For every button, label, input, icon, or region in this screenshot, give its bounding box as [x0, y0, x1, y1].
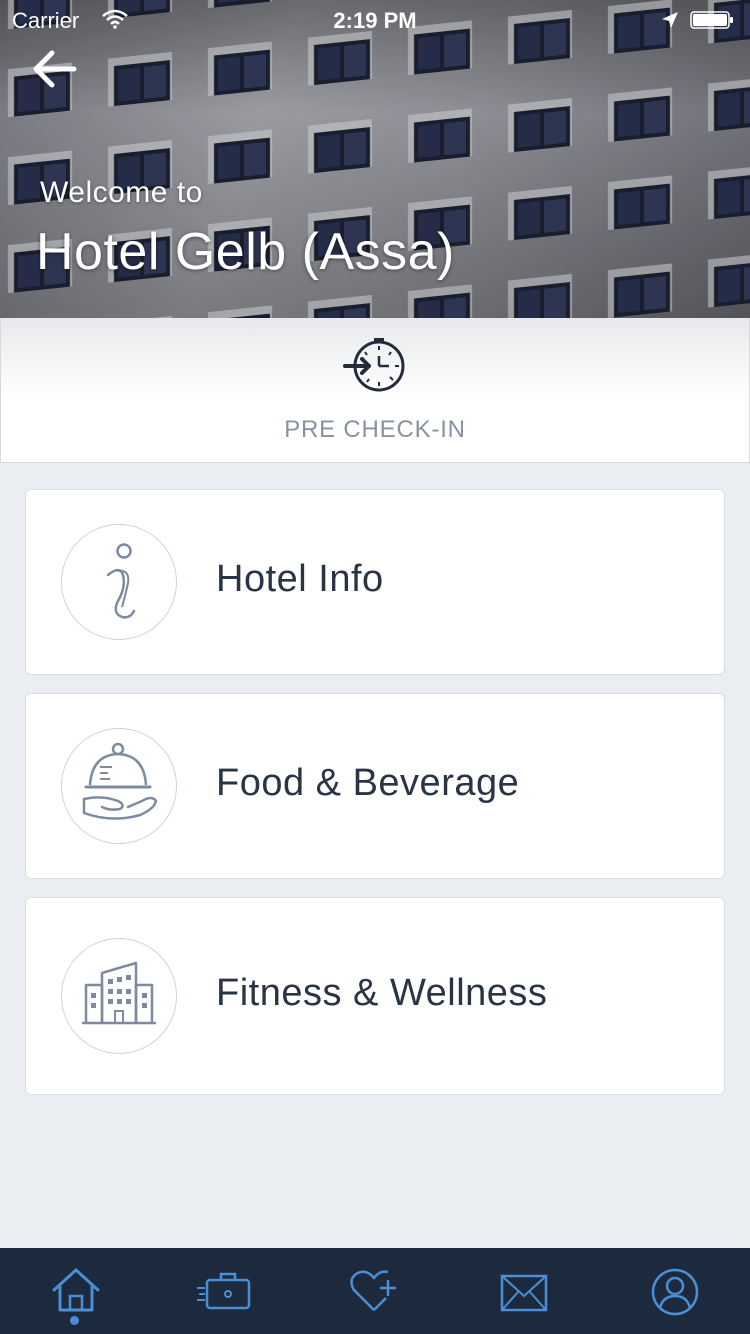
- battery-icon: [690, 11, 733, 29]
- hotel-info-title: Hotel Info: [216, 558, 384, 600]
- mail-icon[interactable]: [494, 1262, 554, 1322]
- profile-icon[interactable]: [645, 1262, 705, 1322]
- clock-time: 2:19 PM: [333, 8, 417, 33]
- hero-header: Carrier 2:19 PM Welcome to Hotel Gelb (A…: [0, 0, 750, 318]
- status-bar: Carrier 2:19 PM: [0, 0, 750, 40]
- location-arrow-icon: [662, 12, 678, 28]
- clock-checkin-icon: [343, 338, 405, 392]
- heart-plus-icon[interactable]: [344, 1262, 404, 1322]
- bottom-tab-bar: [0, 1248, 750, 1334]
- cloche-icon-circle: [61, 728, 177, 844]
- pre-checkin-label: PRE CHECK-IN: [284, 416, 466, 443]
- info-icon-circle: [61, 524, 177, 640]
- food-beverage-card[interactable]: Food & Beverage: [25, 693, 725, 879]
- info-icon: [106, 543, 136, 619]
- luggage-icon[interactable]: [195, 1262, 255, 1322]
- building-icon-circle: [61, 938, 177, 1054]
- fitness-wellness-card[interactable]: Fitness & Wellness: [25, 897, 725, 1095]
- back-arrow-icon[interactable]: [30, 46, 80, 92]
- active-tab-indicator: [70, 1316, 79, 1325]
- cloche-icon: [82, 742, 158, 820]
- building-icon: [82, 961, 156, 1025]
- fitness-wellness-title: Fitness & Wellness: [216, 972, 548, 1014]
- welcome-text: Welcome to: [40, 176, 203, 209]
- hotel-name: Hotel Gelb (Assa): [36, 223, 455, 281]
- home-icon[interactable]: [46, 1262, 106, 1322]
- hotel-info-card[interactable]: Hotel Info: [25, 489, 725, 675]
- food-beverage-title: Food & Beverage: [216, 762, 520, 804]
- pre-checkin-button[interactable]: PRE CHECK-IN: [0, 318, 750, 463]
